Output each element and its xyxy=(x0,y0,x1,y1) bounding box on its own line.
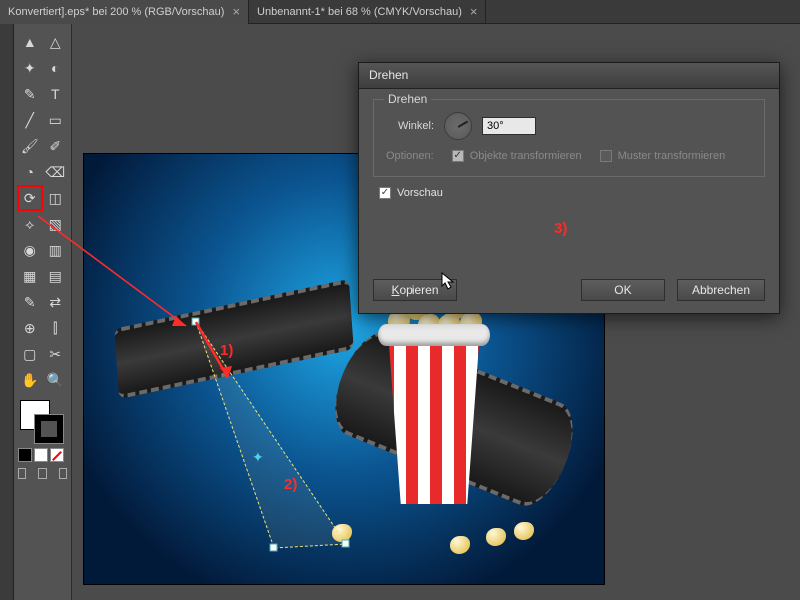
preview-checkbox[interactable]: ✓ Vorschau xyxy=(379,187,765,199)
tool-symbol[interactable]: ⊕ xyxy=(18,316,42,340)
close-icon[interactable]: × xyxy=(470,4,478,19)
tool-gradient[interactable]: ▤ xyxy=(44,264,68,288)
none-mode[interactable] xyxy=(50,448,64,462)
document-tabbar: Konvertiert].eps* bei 200 % (RGB/Vorscha… xyxy=(0,0,800,24)
tool-blend[interactable]: ⇄ xyxy=(44,290,68,314)
cancel-button[interactable]: Abbrechen xyxy=(677,279,765,301)
tool-rectangle[interactable]: ▭ xyxy=(44,108,68,132)
panel-gutter xyxy=(0,24,14,600)
check-icon xyxy=(600,150,612,162)
tool-selection[interactable]: ▲ xyxy=(18,30,42,54)
annotation-3: 3) xyxy=(554,220,567,237)
fieldset-legend: Drehen xyxy=(384,92,431,106)
tool-magic-wand[interactable]: ✦ xyxy=(18,56,42,80)
angle-dial[interactable] xyxy=(444,112,472,140)
angle-input[interactable] xyxy=(482,117,536,135)
popcorn-graphic xyxy=(374,284,494,504)
tool-scale[interactable]: ◫ xyxy=(44,186,68,210)
tool-rotate[interactable]: ⟳ xyxy=(18,186,42,210)
angle-label: Winkel: xyxy=(386,120,434,132)
draw-behind[interactable] xyxy=(38,468,46,479)
tool-eyedropper[interactable]: ✎ xyxy=(18,290,42,314)
tool-artboard[interactable]: ▢ xyxy=(18,342,42,366)
tool-mesh[interactable]: ▦ xyxy=(18,264,42,288)
tool-lasso[interactable]: ◐ xyxy=(44,56,68,80)
transform-objects-checkbox: ✓ Objekte transformieren xyxy=(452,150,582,162)
tool-perspective[interactable]: ▥ xyxy=(44,238,68,262)
tool-hand[interactable]: ✋ xyxy=(18,368,42,392)
tool-free-transform[interactable]: ▧ xyxy=(44,212,68,236)
fill-stroke-swatch[interactable] xyxy=(18,400,68,444)
tool-zoom[interactable]: 🔍 xyxy=(44,368,68,392)
transform-pattern-checkbox: Muster transformieren xyxy=(600,150,726,162)
tool-blob[interactable]: ◔ xyxy=(18,160,42,184)
gradient-mode[interactable] xyxy=(34,448,48,462)
close-icon[interactable]: × xyxy=(232,4,240,19)
tool-type[interactable]: T xyxy=(44,82,68,106)
copy-button[interactable]: Kopieren xyxy=(373,279,457,301)
rotate-dialog: Drehen Drehen Winkel: Optionen: ✓ Objekt… xyxy=(358,62,780,314)
check-icon: ✓ xyxy=(452,150,464,162)
tool-eraser[interactable]: ⌫ xyxy=(44,160,68,184)
options-label: Optionen: xyxy=(386,150,434,162)
document-tab[interactable]: Konvertiert].eps* bei 200 % (RGB/Vorscha… xyxy=(0,0,249,24)
document-tab[interactable]: Unbenannt-1* bei 68 % (CMYK/Vorschau) × xyxy=(249,0,486,24)
tool-shape-builder[interactable]: ◉ xyxy=(18,238,42,262)
ok-button[interactable]: OK xyxy=(581,279,665,301)
tool-pencil[interactable]: ✐ xyxy=(44,134,68,158)
tool-brush[interactable]: 🖌 xyxy=(18,134,42,158)
check-icon: ✓ xyxy=(379,187,391,199)
tab-label: Unbenannt-1* bei 68 % (CMYK/Vorschau) xyxy=(257,6,462,18)
draw-inside[interactable] xyxy=(59,468,67,479)
draw-normal[interactable] xyxy=(18,468,26,479)
color-mode[interactable] xyxy=(18,448,32,462)
tool-pen[interactable]: ✎ xyxy=(18,82,42,106)
tool-direct-selection[interactable]: △ xyxy=(44,30,68,54)
tool-graph[interactable]: ⫿ xyxy=(44,316,68,340)
tool-line[interactable]: ╱ xyxy=(18,108,42,132)
dialog-title[interactable]: Drehen xyxy=(359,63,779,89)
annotation-2: 2) xyxy=(284,476,297,493)
rotate-fieldset: Drehen Winkel: Optionen: ✓ Objekte trans… xyxy=(373,99,765,177)
tool-slice[interactable]: ✂ xyxy=(44,342,68,366)
tool-width[interactable]: ⟡ xyxy=(18,212,42,236)
annotation-1: 1) xyxy=(220,342,233,359)
toolbox: ▲△✦◐✎T╱▭🖌✐◔⌫⟳◫⟡▧◉▥▦▤✎⇄⊕⫿▢✂✋🔍 xyxy=(14,24,72,600)
tab-label: Konvertiert].eps* bei 200 % (RGB/Vorscha… xyxy=(8,6,224,18)
